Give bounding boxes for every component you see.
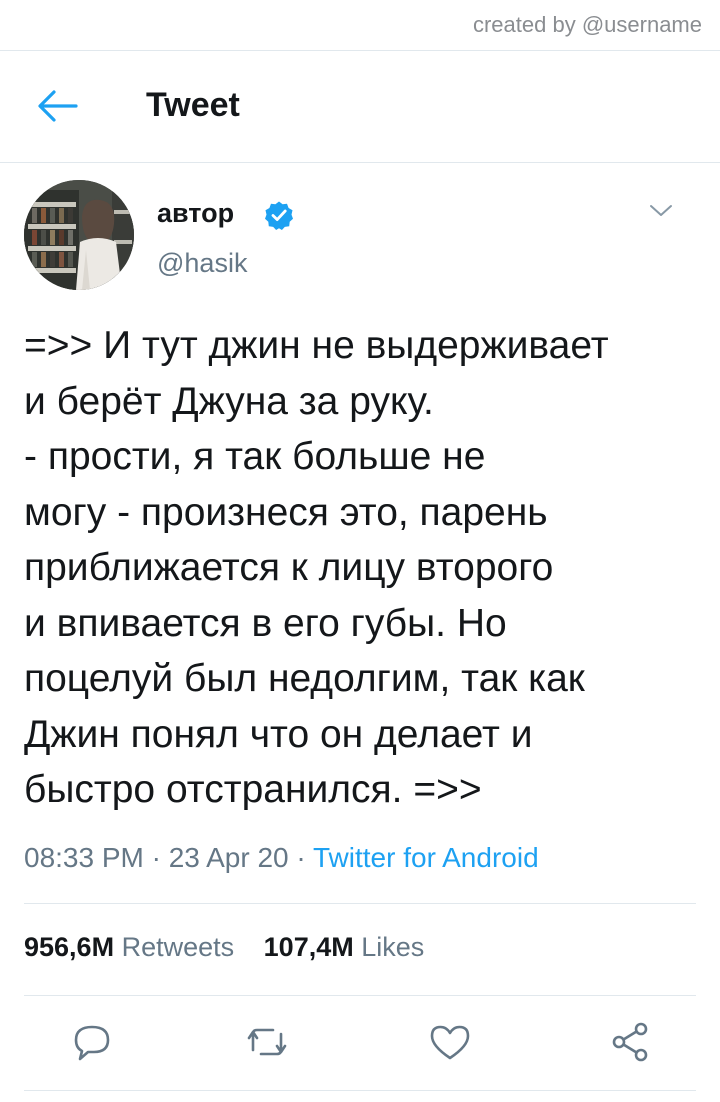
watermark-text: created by @username bbox=[472, 12, 702, 37]
tweet-source-link[interactable]: Twitter for Android bbox=[313, 842, 539, 873]
tweet-timestamp: 08:33 PM · 23 Apr 20 · bbox=[24, 842, 313, 873]
retweets-stat[interactable]: 956,6M Retweets bbox=[24, 932, 234, 963]
retweets-count: 956,6M bbox=[24, 932, 115, 962]
divider bbox=[24, 903, 696, 904]
share-icon[interactable] bbox=[608, 1020, 652, 1064]
divider bbox=[24, 1090, 696, 1091]
verified-badge-icon bbox=[265, 201, 293, 230]
likes-stat[interactable]: 107,4M Likes bbox=[264, 932, 425, 963]
avatar[interactable] bbox=[24, 180, 134, 290]
author-handle[interactable]: @hasik bbox=[157, 248, 247, 279]
tweet-meta: 08:33 PM · 23 Apr 20 · Twitter for Andro… bbox=[24, 842, 539, 874]
tweet-text: =>> И тут джин не выдерживает и берёт Дж… bbox=[24, 324, 609, 811]
author-block: автор @hasik bbox=[24, 180, 696, 300]
chevron-down-icon[interactable] bbox=[648, 202, 674, 220]
divider bbox=[24, 995, 696, 996]
reply-icon[interactable] bbox=[70, 1020, 114, 1064]
retweets-label: Retweets bbox=[121, 932, 235, 962]
like-icon[interactable] bbox=[428, 1020, 472, 1064]
page-title: Tweet bbox=[146, 86, 240, 124]
tweet-actions bbox=[0, 1020, 720, 1070]
likes-count: 107,4M bbox=[263, 932, 354, 962]
likes-label: Likes bbox=[361, 932, 425, 962]
avatar-image bbox=[24, 180, 134, 290]
author-name[interactable]: автор bbox=[157, 198, 234, 229]
tweet-header: Tweet bbox=[0, 50, 720, 163]
arrow-left-icon[interactable] bbox=[36, 88, 78, 124]
tweet-stats: 956,6M Retweets 107,4M Likes bbox=[24, 932, 446, 963]
retweet-icon[interactable] bbox=[245, 1020, 289, 1064]
